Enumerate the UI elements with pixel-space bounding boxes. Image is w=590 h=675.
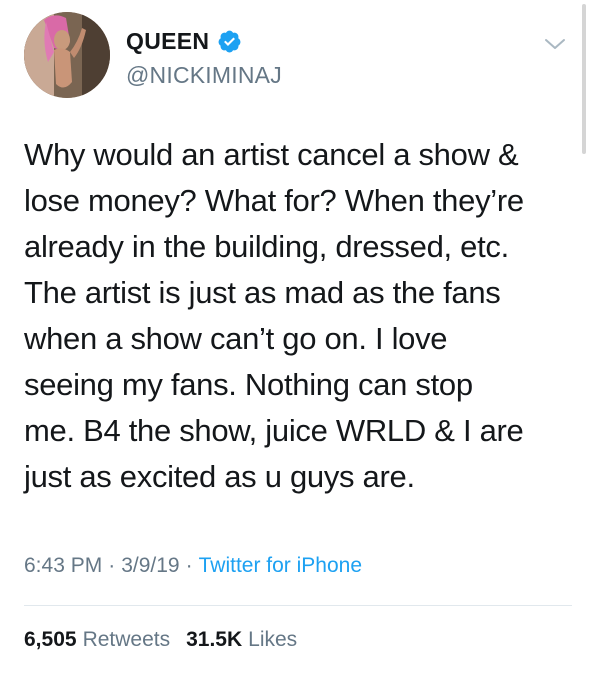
likes-count: 31.5K bbox=[186, 628, 243, 651]
user-handle[interactable]: @NICKIMINAJ bbox=[126, 62, 282, 89]
user-name-row[interactable]: QUEEN bbox=[126, 28, 242, 55]
tweet-source-link[interactable]: Twitter for iPhone bbox=[199, 554, 362, 578]
divider bbox=[24, 605, 572, 606]
scrollbar[interactable] bbox=[582, 4, 586, 154]
tweet-card: QUEEN @NICKIMINAJ Why would an artist ca… bbox=[0, 0, 590, 675]
meta-separator: · bbox=[108, 554, 116, 577]
retweets-label: Retweets bbox=[82, 628, 171, 651]
meta-separator: · bbox=[185, 554, 193, 577]
chevron-down-icon[interactable] bbox=[543, 36, 567, 52]
tweet-stats: 6,505 Retweets 31.5K Likes bbox=[24, 628, 313, 652]
avatar-photo bbox=[24, 12, 110, 98]
tweet-text: Why would an artist cancel a show & lose… bbox=[24, 137, 524, 494]
verified-badge-icon bbox=[217, 29, 242, 54]
tweet-time[interactable]: 6:43 PM bbox=[24, 554, 102, 578]
retweets-count: 6,505 bbox=[24, 628, 77, 651]
likes-stat[interactable]: 31.5K Likes bbox=[186, 628, 297, 652]
avatar[interactable] bbox=[24, 12, 110, 98]
retweets-stat[interactable]: 6,505 Retweets bbox=[24, 628, 170, 652]
tweet-meta: 6:43 PM · 3/9/19 · Twitter for iPhone bbox=[24, 554, 362, 578]
tweet-date[interactable]: 3/9/19 bbox=[121, 554, 179, 578]
likes-label: Likes bbox=[248, 628, 298, 651]
display-name[interactable]: QUEEN bbox=[126, 28, 209, 55]
